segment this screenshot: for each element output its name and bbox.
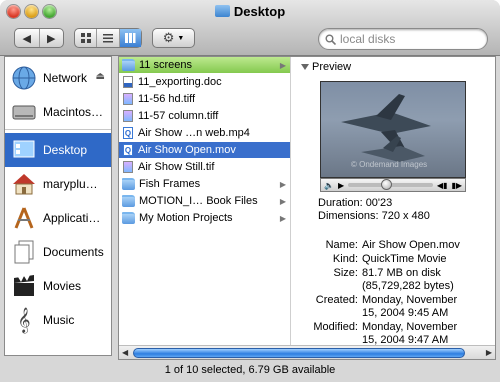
file-row[interactable]: 11 screens ▶ bbox=[119, 57, 290, 73]
list-view-button[interactable] bbox=[96, 29, 118, 47]
disclosure-triangle-icon[interactable] bbox=[301, 64, 309, 70]
quicktime-file-icon bbox=[123, 144, 133, 156]
disclosure-arrow-icon: ▶ bbox=[279, 60, 286, 70]
toolbar: Desktop ◀ ▶ ⚙ ▼ local disks bbox=[0, 0, 500, 56]
search-placeholder: local disks bbox=[340, 32, 396, 46]
image-file-icon bbox=[123, 110, 133, 122]
hard-drive-icon bbox=[11, 99, 37, 125]
icon-view-icon bbox=[80, 33, 91, 43]
preview-heading: Preview bbox=[312, 61, 352, 73]
sidebar-divider bbox=[5, 129, 111, 130]
forward-button[interactable]: ▶ bbox=[38, 29, 64, 47]
video-watermark: © Ondemand Images bbox=[351, 160, 428, 169]
back-button[interactable]: ◀ bbox=[15, 29, 39, 47]
folder-icon bbox=[122, 178, 135, 190]
disclosure-arrow-icon: ▶ bbox=[279, 179, 286, 189]
preview-column: Preview © Ondemand Images 🔈 ▶ ◀▮ ▮▶ Dura… bbox=[292, 57, 495, 346]
step-back-button[interactable]: ◀▮ bbox=[437, 181, 448, 190]
sidebar: Network ⏏ Macintos… Desktop maryplu… App… bbox=[4, 56, 112, 356]
column-view-button[interactable] bbox=[118, 29, 141, 47]
horizontal-scrollbar[interactable]: ◀ ▶ bbox=[119, 345, 495, 359]
sidebar-item-label: Desktop bbox=[43, 143, 88, 157]
icon-view-button[interactable] bbox=[75, 29, 96, 47]
applications-icon bbox=[11, 205, 37, 231]
movie-controller: 🔈 ▶ ◀▮ ▮▶ bbox=[320, 178, 466, 192]
file-row[interactable]: Fish Frames ▶ bbox=[119, 176, 290, 192]
file-row[interactable]: 11_exporting.doc bbox=[119, 74, 290, 90]
file-row[interactable]: Air Show …n web.mp4 bbox=[119, 125, 290, 141]
home-icon bbox=[11, 171, 37, 197]
sidebar-item-home[interactable]: maryplu… bbox=[5, 167, 111, 201]
desktop-icon bbox=[11, 137, 37, 163]
step-forward-button[interactable]: ▮▶ bbox=[451, 181, 462, 190]
scroll-thumb[interactable] bbox=[133, 348, 465, 358]
sidebar-item-label: Applicati… bbox=[43, 211, 101, 225]
folder-icon bbox=[214, 5, 230, 17]
folder-icon bbox=[122, 195, 135, 207]
file-row-selected[interactable]: Air Show Open.mov bbox=[119, 142, 290, 158]
video-preview[interactable]: © Ondemand Images bbox=[320, 81, 466, 178]
gear-icon: ⚙ bbox=[162, 30, 175, 45]
sidebar-item-label: Network bbox=[43, 71, 88, 85]
search-icon bbox=[325, 34, 336, 45]
sidebar-item-label: Music bbox=[43, 313, 75, 327]
sidebar-item-documents[interactable]: Documents bbox=[5, 235, 111, 269]
movies-clapper-icon bbox=[11, 273, 37, 299]
back-arrow-icon: ◀ bbox=[22, 32, 31, 45]
eject-icon[interactable]: ⏏ bbox=[96, 71, 105, 82]
playhead-track[interactable] bbox=[348, 179, 433, 190]
sidebar-item-label: maryplu… bbox=[43, 177, 98, 191]
folder-icon bbox=[122, 212, 135, 224]
action-menu-button[interactable]: ⚙ ▼ bbox=[152, 28, 195, 48]
scroll-right-icon[interactable]: ▶ bbox=[486, 348, 492, 357]
word-document-icon bbox=[123, 76, 133, 88]
scroll-left-icon[interactable]: ◀ bbox=[122, 348, 128, 357]
quicktime-file-icon bbox=[123, 127, 133, 139]
sidebar-item-macintosh-hd[interactable]: Macintos… bbox=[5, 95, 111, 129]
disclosure-arrow-icon: ▶ bbox=[279, 196, 286, 206]
chevron-down-icon: ▼ bbox=[177, 34, 185, 42]
network-globe-icon bbox=[11, 65, 37, 91]
finder-window: Desktop ◀ ▶ ⚙ ▼ local disks Network ⏏ Ma… bbox=[0, 0, 500, 382]
image-file-icon bbox=[123, 93, 133, 105]
music-clef-icon: 𝄞 bbox=[17, 307, 31, 333]
sidebar-item-music[interactable]: 𝄞 Music bbox=[5, 303, 111, 337]
file-row[interactable]: Air Show Still.tif bbox=[119, 159, 290, 175]
playhead-knob[interactable] bbox=[381, 179, 393, 190]
sidebar-item-applications[interactable]: Applicati… bbox=[5, 201, 111, 235]
nav-buttons: ◀ ▶ bbox=[14, 28, 64, 48]
file-row[interactable]: 11-57 column.tiff bbox=[119, 108, 290, 124]
file-row[interactable]: My Motion Projects ▶ bbox=[119, 210, 290, 226]
file-row[interactable]: 11-56 hd.tiff bbox=[119, 91, 290, 107]
disclosure-arrow-icon: ▶ bbox=[279, 213, 286, 223]
search-field[interactable]: local disks bbox=[318, 28, 488, 50]
sidebar-item-network[interactable]: Network ⏏ bbox=[5, 61, 111, 95]
play-button[interactable]: ▶ bbox=[338, 181, 344, 190]
window-title: Desktop bbox=[0, 4, 500, 19]
documents-icon bbox=[11, 239, 37, 265]
sidebar-item-label: Movies bbox=[43, 279, 82, 293]
folder-icon bbox=[122, 59, 135, 71]
image-file-icon bbox=[123, 161, 133, 173]
dimensions-text: Dimensions: 720 x 480 bbox=[318, 210, 430, 222]
column-browser: 11 screens ▶ 11_exporting.doc 11-56 hd.t… bbox=[118, 56, 496, 360]
file-column: 11 screens ▶ 11_exporting.doc 11-56 hd.t… bbox=[119, 57, 291, 345]
sidebar-item-label: Macintos… bbox=[43, 105, 104, 119]
forward-arrow-icon: ▶ bbox=[47, 32, 56, 45]
volume-icon[interactable]: 🔈 bbox=[324, 181, 334, 190]
duration-text: Duration: 00'23 bbox=[318, 197, 393, 209]
file-row[interactable]: MOTION_I… Book Files ▶ bbox=[119, 193, 290, 209]
view-switcher bbox=[74, 28, 142, 48]
status-bar: 1 of 10 selected, 6.79 GB available bbox=[164, 364, 336, 376]
sidebar-item-movies[interactable]: Movies bbox=[5, 269, 111, 303]
list-view-icon bbox=[102, 34, 113, 43]
sidebar-item-label: Documents bbox=[43, 245, 104, 259]
sidebar-item-desktop[interactable]: Desktop bbox=[5, 133, 111, 167]
column-view-icon bbox=[125, 33, 136, 43]
